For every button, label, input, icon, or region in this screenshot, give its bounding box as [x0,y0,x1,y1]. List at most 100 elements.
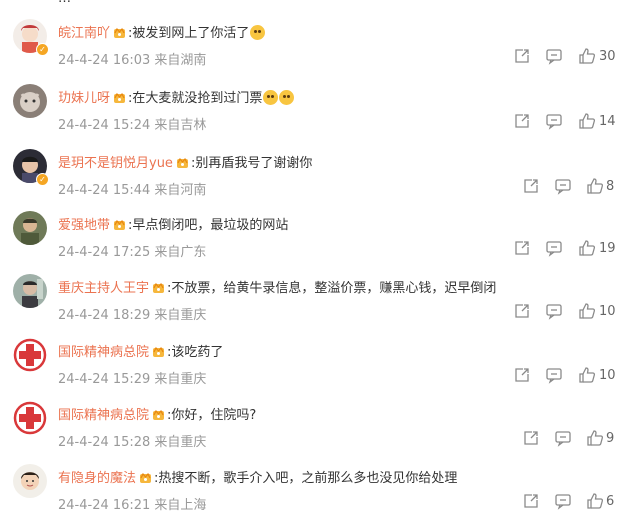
member-crown-icon [173,156,191,171]
reply-icon[interactable] [545,47,563,65]
cut-off-previous-comment: … [0,0,637,8]
comment-time: 24-4-24 16:03 [58,53,151,68]
share-icon[interactable] [513,112,531,130]
comment-item: 有隐身的魔法 :热搜不断，歌手介入吧，之前那么多也没见你给处理 24-4-24 16… [0,464,637,526]
like-count: 6 [606,494,615,509]
username-link[interactable]: 有隐身的魔法 [58,471,136,486]
verified-badge-icon: ✓ [36,173,49,186]
comment-location: 来自吉林 [154,118,207,133]
comment-time: 24-4-24 15:29 [58,372,151,387]
share-icon[interactable] [513,302,531,320]
reply-icon[interactable] [554,492,572,510]
like-count: 30 [599,49,616,64]
comment-location: 来自重庆 [154,308,207,323]
comment-meta: 24-4-24 15:44 来自河南 [58,179,206,198]
reply-icon[interactable] [554,429,572,447]
reply-icon[interactable] [545,302,563,320]
like-icon[interactable] [578,302,596,320]
comment-item: ✓ 是玥不是钥悦月yue :别再盾我号了谢谢你 24-4-24 15:44 来自河南 8 [0,149,637,211]
comment-text: :被发到网上了你活了 [128,26,250,41]
like-count: 8 [606,179,615,194]
emoji-icon [263,90,279,105]
share-icon[interactable] [513,47,531,65]
member-crown-icon [110,218,128,233]
like-icon[interactable] [578,239,596,257]
member-crown-icon [149,408,167,423]
reply-icon[interactable] [554,177,572,195]
like-count: 19 [599,241,616,256]
share-icon[interactable] [513,239,531,257]
like-icon[interactable] [578,112,596,130]
comment-line: 皖江南吖 :被发到网上了你活了 [58,25,266,43]
comment-location: 来自广东 [154,245,207,260]
like-icon[interactable] [578,366,596,384]
comment-text: :该吃药了 [167,345,224,360]
comment-line: 国际精神病总院 :该吃药了 [58,344,223,362]
comment-item: 爱强地带 :早点倒闭吧，最垃圾的网站 24-4-24 17:25 来自广东 19 [0,211,637,273]
comment-time: 24-4-24 15:24 [58,118,151,133]
comment-location: 来自上海 [154,498,207,513]
comment-text: :不放票，给黄牛录信息，整溢价票，赚黑心钱，迟早倒闭 [167,281,497,296]
emoji-icon [250,25,266,40]
comment-item: 重庆主持人王宇 :不放票，给黄牛录信息，整溢价票，赚黑心钱，迟早倒闭 24-4-24… [0,274,637,336]
comment-time: 24-4-24 15:44 [58,183,151,198]
comment-location: 来自湖南 [154,53,207,68]
comment-item: 国际精神病总院 :你好，住院吗? 24-4-24 15:28 来自重庆 9 [0,401,637,463]
like-count: 10 [599,304,616,319]
like-count: 9 [606,431,615,446]
comment-line: 重庆主持人王宇 :不放票，给黄牛录信息，整溢价票，赚黑心钱，迟早倒闭 [58,280,496,298]
like-count: 10 [599,368,616,383]
comment-item: 玏妹儿呀 :在大麦就没抢到过门票 24-4-24 15:24 来自吉林 14 [0,84,637,146]
avatar[interactable] [13,464,47,498]
share-icon[interactable] [522,492,540,510]
comment-meta: 24-4-24 17:25 来自广东 [58,241,206,260]
username-link[interactable]: 爱强地带 [58,218,110,233]
avatar[interactable] [13,274,47,308]
comment-text: :热搜不断，歌手介入吧，之前那么多也没见你给处理 [154,471,458,486]
like-icon[interactable] [586,429,604,447]
like-icon[interactable] [586,492,604,510]
share-icon[interactable] [513,366,531,384]
comment-meta: 24-4-24 15:24 来自吉林 [58,114,206,133]
comment-line: 国际精神病总院 :你好，住院吗? [58,407,256,425]
username-link[interactable]: 玏妹儿呀 [58,91,110,106]
reply-icon[interactable] [545,112,563,130]
like-count: 14 [599,114,616,129]
avatar[interactable] [13,84,47,118]
comment-location: 来自重庆 [154,372,207,387]
comment-item: ✓ 皖江南吖:被发到网上了你活了 24-4-24 16:03 来自湖南 30 [0,19,637,81]
previous-comment-text: … [58,0,71,6]
comment-text: :你好，住院吗? [167,408,257,423]
comment-meta: 24-4-24 18:29 来自重庆 [58,304,206,323]
comment-location: 来自重庆 [154,435,207,450]
comment-text: :在大麦就没抢到过门票 [128,91,263,106]
username-link[interactable]: 国际精神病总院 [58,408,149,423]
share-icon[interactable] [522,177,540,195]
comment-meta: 24-4-24 15:28 来自重庆 [58,431,206,450]
username-link[interactable]: 国际精神病总院 [58,345,149,360]
comment-meta: 24-4-24 16:21 来自上海 [58,494,206,513]
comment-text: :别再盾我号了谢谢你 [190,156,313,171]
comment-time: 24-4-24 15:28 [58,435,151,450]
comment-time: 24-4-24 18:29 [58,308,151,323]
member-crown-icon [149,281,167,296]
emoji-icon [279,90,295,105]
comment-line: 是玥不是钥悦月yue :别再盾我号了谢谢你 [58,155,312,173]
avatar[interactable] [13,211,47,245]
member-crown-icon [149,345,167,360]
username-link[interactable]: 皖江南吖 [58,26,110,41]
username-link[interactable]: 是玥不是钥悦月yue [58,156,173,171]
avatar[interactable] [13,401,47,435]
comment-location: 来自河南 [154,183,207,198]
member-crown-icon [110,91,128,106]
member-crown-icon [110,26,128,41]
like-icon[interactable] [578,47,596,65]
username-link[interactable]: 重庆主持人王宇 [58,281,149,296]
reply-icon[interactable] [545,366,563,384]
share-icon[interactable] [522,429,540,447]
reply-icon[interactable] [545,239,563,257]
comment-text: :早点倒闭吧，最垃圾的网站 [128,218,289,233]
comment-line: 有隐身的魔法 :热搜不断，歌手介入吧，之前那么多也没见你给处理 [58,470,457,488]
avatar[interactable] [13,338,47,372]
like-icon[interactable] [586,177,604,195]
